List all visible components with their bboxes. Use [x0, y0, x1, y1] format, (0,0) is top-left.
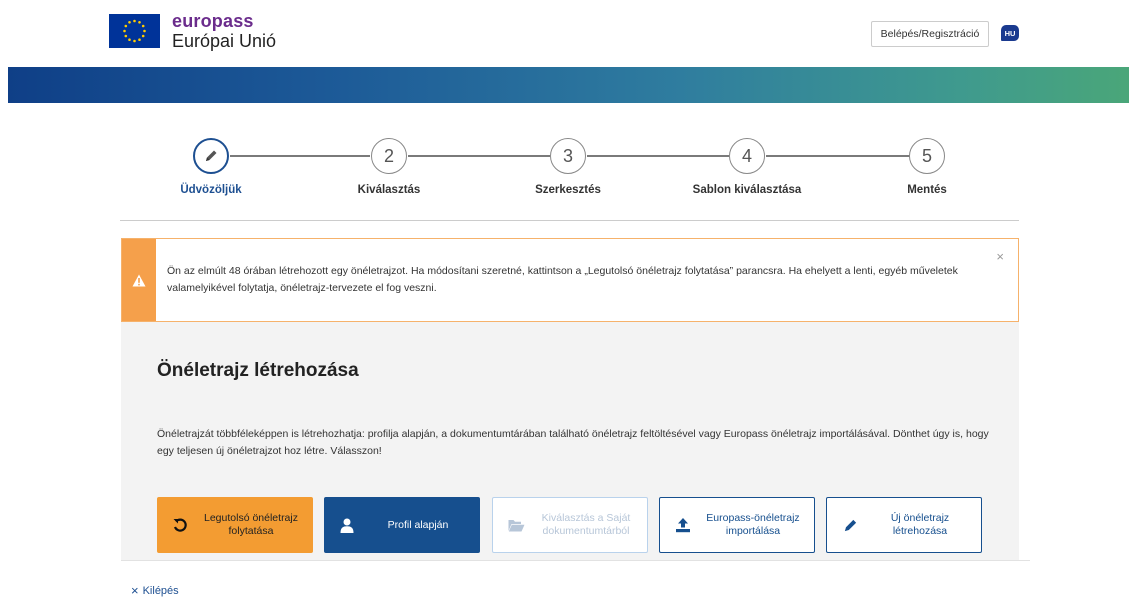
- select-from-library-label: Kiválasztás a Saját dokumentumtárból: [541, 512, 631, 537]
- footer-divider: [121, 560, 1030, 561]
- alert-sidebar: [122, 239, 156, 321]
- draft-warning-alert: Ön az elmúlt 48 órában létrehozott egy ö…: [121, 238, 1019, 322]
- select-from-library-button[interactable]: Kiválasztás a Saját dokumentumtárból: [492, 497, 648, 553]
- close-icon: ×: [131, 583, 139, 598]
- from-profile-button[interactable]: Profil alapján: [324, 497, 480, 553]
- continue-last-cv-label: Legutolsó önéletrajz folytatása: [204, 512, 298, 537]
- language-selector[interactable]: HU: [1001, 25, 1019, 41]
- step-connector: [587, 155, 729, 157]
- close-icon[interactable]: ×: [996, 249, 1004, 264]
- import-europass-cv-label: Europass-önéletrajz importálása: [706, 512, 800, 537]
- step-3-label: Szerkesztés: [535, 184, 601, 196]
- step-5-circle: 5: [909, 138, 945, 174]
- folder-open-icon: [501, 519, 531, 532]
- eu-flag-icon: [109, 14, 160, 48]
- create-new-cv-button[interactable]: Új önéletrajz létrehozása: [826, 497, 982, 553]
- step-connector: [766, 155, 910, 157]
- step-5-label: Mentés: [907, 184, 947, 196]
- import-europass-cv-button[interactable]: Europass-önéletrajz importálása: [659, 497, 815, 553]
- brand-name: europass: [172, 11, 254, 31]
- login-register-button[interactable]: Belépés/Regisztráció: [871, 21, 989, 47]
- upload-icon: [668, 517, 698, 533]
- pencil-icon: [835, 518, 865, 533]
- step-4-circle: 4: [729, 138, 765, 174]
- from-profile-label: Profil alapján: [387, 518, 449, 531]
- step-4-label: Sablon kiválasztása: [692, 184, 802, 196]
- step-2-label: Kiválasztás: [357, 184, 421, 196]
- progress-stepper: 2 3 4 5 Üdvözöljük Kiválasztás Szerkeszt…: [120, 135, 1019, 215]
- create-new-cv-label: Új önéletrajz létrehozása: [890, 512, 950, 537]
- warning-icon: [132, 274, 146, 286]
- step-1-label: Üdvözöljük: [180, 184, 242, 196]
- alert-message: Ön az elmúlt 48 órában létrehozott egy ö…: [167, 265, 958, 294]
- page-title: Önéletrajz létrehozása: [157, 360, 359, 381]
- europass-logo[interactable]: europass Európai Unió: [109, 12, 276, 50]
- exit-link[interactable]: × Kilépés: [131, 583, 179, 598]
- panel-description: Önéletrajzát többféleképpen is létrehozh…: [157, 428, 989, 457]
- user-icon: [332, 518, 362, 533]
- pencil-icon: [206, 150, 217, 161]
- undo-icon: [165, 517, 195, 533]
- step-1-circle: [193, 138, 229, 174]
- stepper-divider: [120, 220, 1019, 221]
- header-banner: [8, 67, 1129, 103]
- brand-subtitle: Európai Unió: [172, 31, 277, 51]
- step-connector: [230, 155, 370, 157]
- step-3-circle: 3: [550, 138, 586, 174]
- step-2-circle: 2: [371, 138, 407, 174]
- step-connector: [408, 155, 550, 157]
- continue-last-cv-button[interactable]: Legutolsó önéletrajz folytatása: [157, 497, 313, 553]
- exit-label: Kilépés: [142, 584, 179, 597]
- create-cv-panel: Önéletrajz létrehozása Önéletrajzát több…: [121, 322, 1019, 560]
- header: europass Európai Unió Belépés/Regisztrác…: [0, 0, 1129, 66]
